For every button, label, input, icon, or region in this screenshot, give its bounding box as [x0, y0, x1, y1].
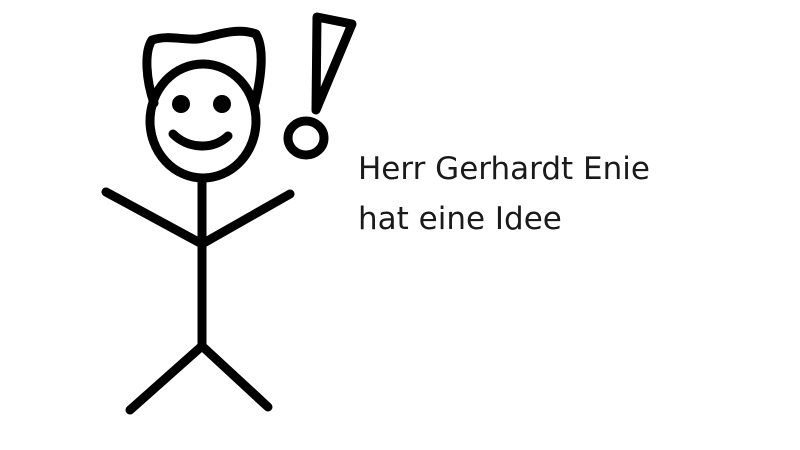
right-arm: [197, 189, 295, 249]
left-eye: [172, 95, 190, 113]
exclamation-icon: [283, 12, 357, 160]
right-leg: [197, 341, 273, 412]
eyes: [172, 95, 231, 113]
head: [145, 59, 261, 183]
right-eye: [213, 95, 231, 113]
left-leg: [125, 341, 207, 415]
caption-text: Herr Gerhardt Enie hat eine Idee: [358, 144, 650, 244]
stick-figure: [101, 26, 295, 415]
exclamation-dot: [283, 116, 329, 160]
exclamation-stroke: [311, 12, 357, 115]
left-arm: [101, 187, 207, 249]
smile: [168, 129, 233, 151]
caption-line-1: Herr Gerhardt Enie: [358, 151, 650, 187]
caption-line-2: hat eine Idee: [358, 201, 562, 237]
